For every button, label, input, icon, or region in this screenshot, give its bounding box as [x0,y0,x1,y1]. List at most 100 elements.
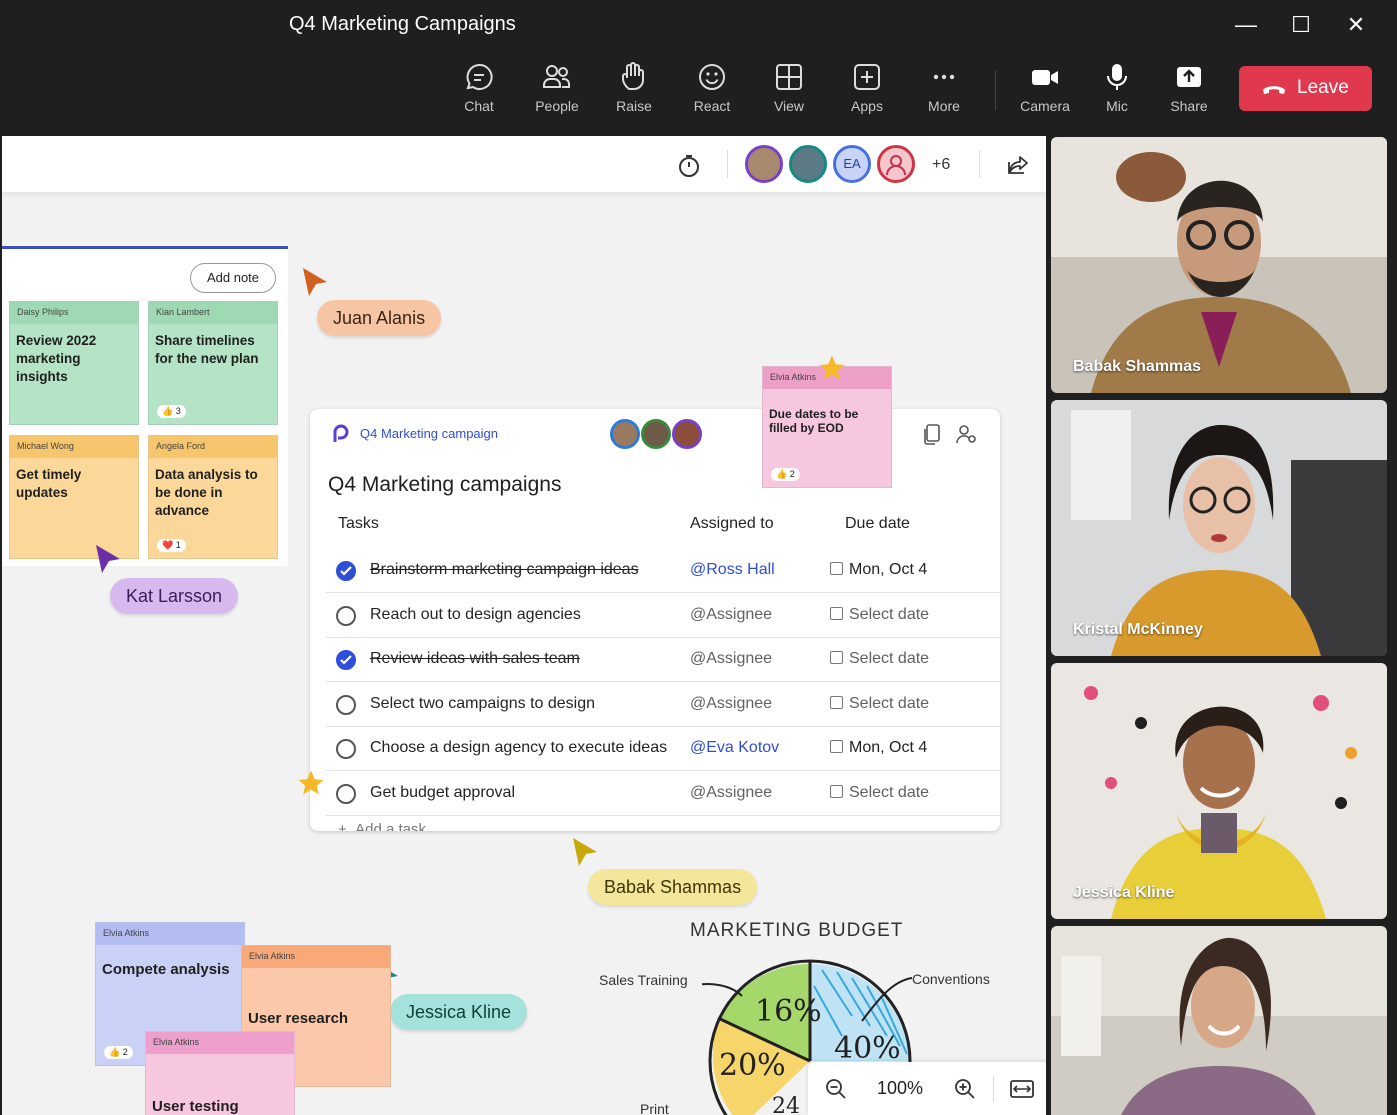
mic-label: Mic [1106,98,1128,114]
task-title[interactable]: Brainstorm marketing campaign ideas [370,561,639,579]
people-label: People [535,98,579,114]
calendar-icon [830,651,843,664]
camera-label: Camera [1020,98,1070,114]
sticky-note[interactable]: Michael Wong Get timely updates [9,435,139,559]
grid-view-icon [776,64,802,90]
minimize-button[interactable]: — [1228,8,1264,42]
mic-button[interactable]: Mic [1082,62,1152,122]
react-button[interactable]: React [677,62,747,122]
maximize-button[interactable]: ☐ [1283,8,1319,42]
sticky-note[interactable]: Elvia Atkins User testing [145,1031,295,1115]
task-row[interactable]: Get budget approval @Assignee Select date [326,772,1000,816]
note-text: User testing [152,1098,239,1115]
person-icon [886,155,906,176]
reaction-badge[interactable]: 👍 2 [771,468,800,481]
avatar[interactable] [672,419,702,449]
task-title[interactable]: Choose a design agency to execute ideas [370,739,667,757]
reaction-badge[interactable]: 👍 3 [157,405,186,418]
task-list-title: Q4 Marketing campaigns [328,473,562,496]
task-row[interactable]: Select two campaigns to design @Assignee S… [326,683,1000,727]
add-task-row[interactable]: + Add a task [338,821,426,831]
share-button[interactable]: Share [1154,62,1224,122]
raise-hand-button[interactable]: Raise [599,62,669,122]
task-due-date[interactable]: Mon, Oct 4 [830,739,927,757]
people-settings-icon[interactable] [956,423,978,445]
task-row[interactable]: Brainstorm marketing campaign ideas @Ross… [326,549,1000,593]
fit-to-screen-icon[interactable] [1009,1078,1035,1100]
more-participants-count[interactable]: +6 [932,156,950,174]
copy-icon[interactable] [922,423,942,445]
app-name[interactable]: Q4 Marketing campaign [360,426,498,441]
task-due-date[interactable]: Select date [830,650,929,668]
view-button[interactable]: View [754,62,824,122]
task-row[interactable]: Choose a design agency to execute ideas @… [326,727,1000,771]
task-due-date[interactable]: Select date [830,695,929,713]
task-title[interactable]: Select two campaigns to design [370,695,595,713]
more-button[interactable]: More [909,62,979,122]
zoom-level[interactable]: 100% [877,1078,923,1099]
zoom-in-icon[interactable] [954,1078,976,1100]
zoom-controls: 100% [808,1062,1046,1115]
task-assignee[interactable]: @Assignee [690,606,772,624]
task-row[interactable]: Review ideas with sales team @Assignee Sel… [326,638,1000,682]
task-assignee[interactable]: @Ross Hall [690,561,775,579]
task-checkbox[interactable] [336,783,356,804]
apps-button[interactable]: Apps [832,62,902,122]
note-text: Compete analysis [102,961,230,978]
checked-checkbox[interactable] [336,561,356,581]
toolbar-divider [995,70,996,110]
due-date-text: Mon, Oct 4 [849,739,928,756]
note-text: Due dates to be filled by EOD [769,407,859,435]
cursor-label-juan: Juan Alanis [317,300,442,336]
whiteboard-canvas[interactable]: EA +6 Add note Daisy Philips Review 2022… [2,136,1046,1115]
camera-button[interactable]: Camera [1010,62,1080,122]
pie-value-sales-training: 16% [755,994,822,1029]
calendar-icon [830,740,843,753]
task-title[interactable]: Review ideas with sales team [370,650,580,668]
reaction-badge[interactable]: 👍 2 [104,1046,133,1059]
video-tile[interactable] [1051,926,1387,1115]
close-button[interactable]: ✕ [1338,8,1374,42]
avatar[interactable] [877,145,915,183]
task-checkbox[interactable] [336,605,356,626]
avatar[interactable] [610,419,640,449]
sticky-note[interactable]: Kian Lambert Share timelines for the new… [148,301,278,425]
video-tile[interactable]: Kristal McKinney [1051,400,1387,656]
timer-icon[interactable] [677,154,701,178]
leave-button[interactable]: Leave [1239,66,1372,111]
avatar[interactable] [745,145,783,183]
avatar[interactable] [641,419,671,449]
task-due-date[interactable]: Select date [830,606,929,624]
task-checkbox[interactable] [336,739,356,759]
zoom-out-icon[interactable] [825,1078,847,1100]
add-note-button[interactable]: Add note [190,263,276,293]
task-row[interactable]: Reach out to design agencies @Assignee Sel… [326,594,1000,638]
share-icon[interactable] [1006,153,1030,177]
task-title[interactable]: Reach out to design agencies [370,606,581,624]
avatar[interactable] [789,145,827,183]
people-button[interactable]: People [522,62,592,122]
task-assignee[interactable]: @Assignee [690,650,772,668]
sticky-note[interactable]: Daisy Philips Review 2022 marketing insi… [9,301,139,425]
sticky-note[interactable]: Angela Ford Data analysis to be done in … [148,435,278,559]
cursor-pointer-icon [303,268,327,296]
task-assignee[interactable]: @Eva Kotov [690,739,779,757]
chat-button[interactable]: Chat [444,62,514,122]
video-tile[interactable]: Jessica Kline [1051,663,1387,919]
task-title[interactable]: Get budget approval [370,784,515,802]
people-icon [543,65,570,88]
task-assignee[interactable]: @Assignee [690,695,772,713]
avatar-initials[interactable]: EA [833,145,871,183]
video-tile[interactable]: Babak Shammas [1051,137,1387,393]
title-bar: Q4 Marketing Campaigns — ☐ ✕ [0,0,1397,50]
more-label: More [928,98,960,114]
checked-checkbox[interactable] [336,650,356,670]
reaction-badge[interactable]: ❤️ 1 [157,539,186,552]
note-text: Share timelines for the new plan [155,333,259,366]
task-due-date[interactable]: Select date [830,784,929,802]
task-assignee[interactable]: @Assignee [690,784,772,802]
task-checkbox[interactable] [336,694,356,715]
add-app-icon [854,64,880,90]
sticky-note[interactable]: Elvia Atkins Due dates to be filled by E… [762,366,892,488]
task-due-date[interactable]: Mon, Oct 4 [830,561,927,579]
